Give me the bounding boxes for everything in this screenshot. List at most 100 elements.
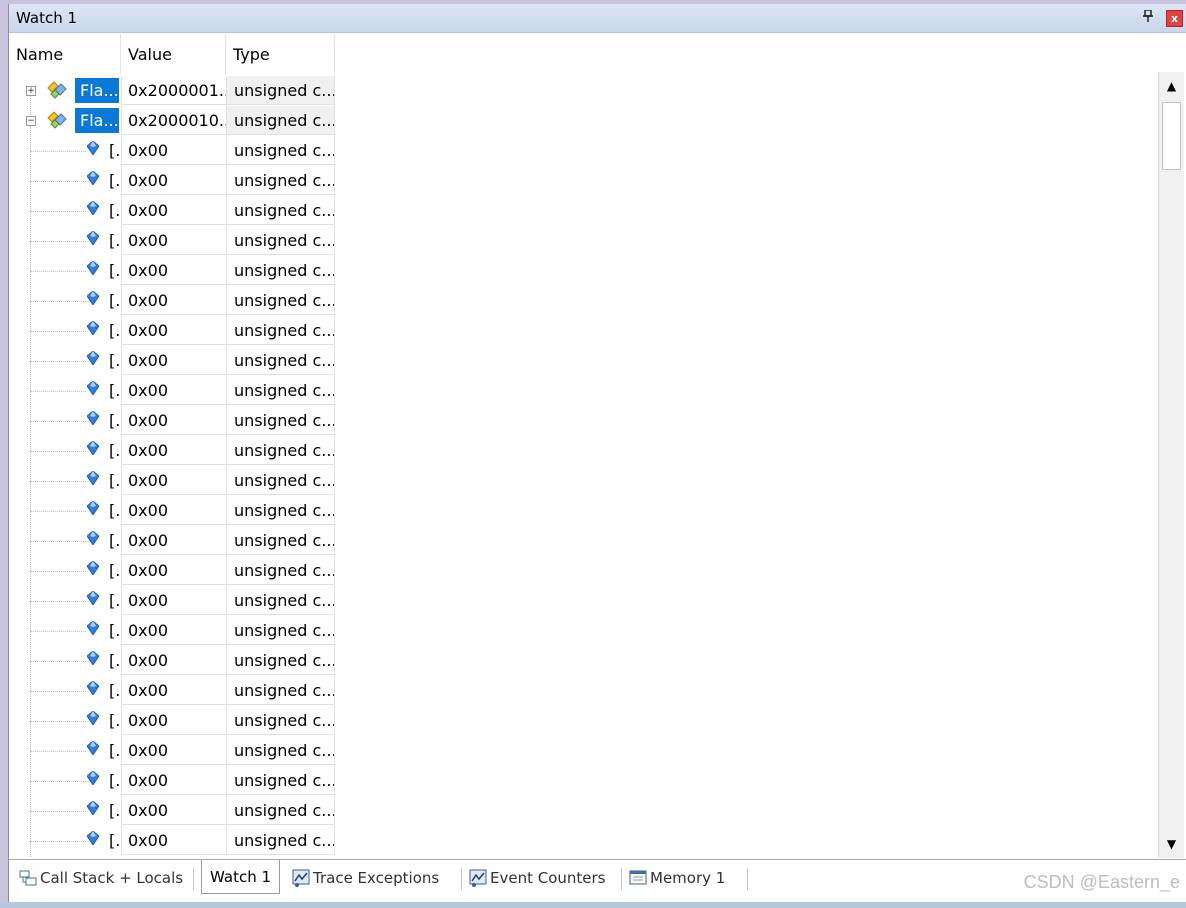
value-cell[interactable]: 0x00 [121, 346, 226, 375]
column-header-name[interactable]: Name [9, 34, 121, 74]
value-cell[interactable]: 0x00 [121, 796, 226, 825]
variable-name[interactable]: Fla... [75, 78, 119, 103]
scroll-up-icon[interactable]: ▲ [1159, 74, 1184, 98]
value-cell[interactable]: 0x00 [121, 646, 226, 675]
element-name[interactable]: [... [109, 766, 121, 796]
pin-icon[interactable] [1143, 9, 1153, 25]
element-name[interactable]: [... [109, 706, 121, 736]
value-cell[interactable]: 0x00 [121, 196, 226, 225]
tab-call-stack-locals[interactable]: Call Stack + Locals [19, 866, 183, 890]
element-name[interactable]: [... [109, 136, 121, 166]
tree-row-child[interactable]: [...0x00unsigned c... [9, 526, 335, 556]
element-name[interactable]: [... [109, 256, 121, 286]
value-cell[interactable]: 0x00 [121, 676, 226, 705]
value-cell[interactable]: 0x00 [121, 556, 226, 585]
name-cell: [... [9, 226, 121, 256]
column-header-value[interactable]: Value [121, 34, 226, 74]
tree-row-child[interactable]: [...0x00unsigned c... [9, 136, 335, 166]
element-name[interactable]: [... [109, 316, 121, 346]
column-header-type[interactable]: Type [226, 34, 335, 74]
tree-row-child[interactable]: [...0x00unsigned c... [9, 166, 335, 196]
collapse-icon[interactable]: − [26, 116, 36, 126]
value-cell[interactable]: 0x00 [121, 496, 226, 525]
tree-row-child[interactable]: [...0x00unsigned c... [9, 436, 335, 466]
element-name[interactable]: [... [109, 526, 121, 556]
tab-event-counters[interactable]: Event Counters [469, 866, 606, 890]
tree-row-parent[interactable]: − Fla... 0x2000010... unsigned c... [9, 106, 335, 136]
expand-icon[interactable]: + [26, 86, 36, 96]
value-cell[interactable]: 0x00 [121, 136, 226, 165]
tree-row-child[interactable]: [...0x00unsigned c... [9, 556, 335, 586]
value-cell[interactable]: 0x00 [121, 736, 226, 765]
tree-row-child[interactable]: [...0x00unsigned c... [9, 466, 335, 496]
name-cell: [... [9, 676, 121, 706]
tree-row-child[interactable]: [...0x00unsigned c... [9, 706, 335, 736]
scroll-thumb[interactable] [1162, 102, 1181, 170]
element-name[interactable]: [... [109, 346, 121, 376]
value-cell[interactable]: 0x00 [121, 256, 226, 285]
value-cell[interactable]: 0x00 [121, 616, 226, 645]
element-name[interactable]: [... [109, 496, 121, 526]
element-name[interactable]: [... [109, 406, 121, 436]
type-cell: unsigned c... [226, 766, 335, 795]
tree-row-child[interactable]: [...0x00unsigned c... [9, 406, 335, 436]
tree-row-child[interactable]: [...0x00unsigned c... [9, 736, 335, 766]
variable-name[interactable]: Fla... [75, 108, 119, 133]
tree-row-child[interactable]: [...0x00unsigned c... [9, 616, 335, 646]
value-cell[interactable]: 0x2000010... [121, 106, 226, 135]
tree-row-child[interactable]: [...0x00unsigned c... [9, 586, 335, 616]
tree-row-child[interactable]: [...0x00unsigned c... [9, 256, 335, 286]
element-name[interactable]: [... [109, 586, 121, 616]
value-cell[interactable]: 0x00 [121, 526, 226, 555]
element-name[interactable]: [... [109, 616, 121, 646]
tree-row-child[interactable]: [...0x00unsigned c... [9, 826, 335, 856]
tree-row-child[interactable]: [...0x00unsigned c... [9, 286, 335, 316]
window-titlebar[interactable]: Watch 1 x [9, 4, 1186, 33]
value-cell[interactable]: 0x00 [121, 316, 226, 345]
scroll-down-icon[interactable]: ▼ [1159, 832, 1184, 856]
element-name[interactable]: [... [109, 796, 121, 826]
value-cell[interactable]: 0x00 [121, 466, 226, 495]
element-name[interactable]: [... [109, 286, 121, 316]
value-cell[interactable]: 0x00 [121, 436, 226, 465]
tree-row-child[interactable]: [...0x00unsigned c... [9, 796, 335, 826]
tree-row-child[interactable]: [...0x00unsigned c... [9, 766, 335, 796]
element-name[interactable]: [... [109, 376, 121, 406]
close-icon[interactable]: x [1166, 10, 1183, 27]
value-cell[interactable]: 0x00 [121, 406, 226, 435]
value-cell[interactable]: 0x00 [121, 586, 226, 615]
value-cell[interactable]: 0x00 [121, 766, 226, 795]
element-name[interactable]: [... [109, 466, 121, 496]
element-name[interactable]: [... [109, 196, 121, 226]
element-name[interactable]: [... [109, 556, 121, 586]
tree-row-child[interactable]: [...0x00unsigned c... [9, 646, 335, 676]
element-name[interactable]: [... [109, 676, 121, 706]
tree-row-child[interactable]: [...0x00unsigned c... [9, 196, 335, 226]
tree-row-child[interactable]: [...0x00unsigned c... [9, 226, 335, 256]
tree-connector [30, 511, 86, 512]
tab-watch-1[interactable]: Watch 1 [201, 860, 281, 894]
vertical-scrollbar[interactable]: ▲ ▼ [1158, 72, 1184, 858]
tab-memory-1[interactable]: Memory 1 [629, 866, 725, 890]
element-name[interactable]: [... [109, 436, 121, 466]
element-name[interactable]: [... [109, 736, 121, 766]
element-name[interactable]: [... [109, 226, 121, 256]
element-name[interactable]: [... [109, 826, 121, 856]
element-name[interactable]: [... [109, 646, 121, 676]
tab-trace-exceptions[interactable]: Trace Exceptions [292, 866, 439, 890]
value-cell[interactable]: 0x00 [121, 286, 226, 315]
value-cell[interactable]: 0x00 [121, 826, 226, 855]
tree-row-parent[interactable]: + Fla... 0x2000001... unsigned c... [9, 76, 335, 106]
value-cell[interactable]: 0x00 [121, 706, 226, 735]
tree-connector [30, 661, 86, 662]
element-name[interactable]: [... [109, 166, 121, 196]
value-cell[interactable]: 0x2000001... [121, 76, 226, 105]
tree-row-child[interactable]: [...0x00unsigned c... [9, 496, 335, 526]
tree-row-child[interactable]: [...0x00unsigned c... [9, 676, 335, 706]
value-cell[interactable]: 0x00 [121, 226, 226, 255]
value-cell[interactable]: 0x00 [121, 376, 226, 405]
tree-row-child[interactable]: [...0x00unsigned c... [9, 346, 335, 376]
tree-row-child[interactable]: [...0x00unsigned c... [9, 376, 335, 406]
tree-row-child[interactable]: [...0x00unsigned c... [9, 316, 335, 346]
value-cell[interactable]: 0x00 [121, 166, 226, 195]
